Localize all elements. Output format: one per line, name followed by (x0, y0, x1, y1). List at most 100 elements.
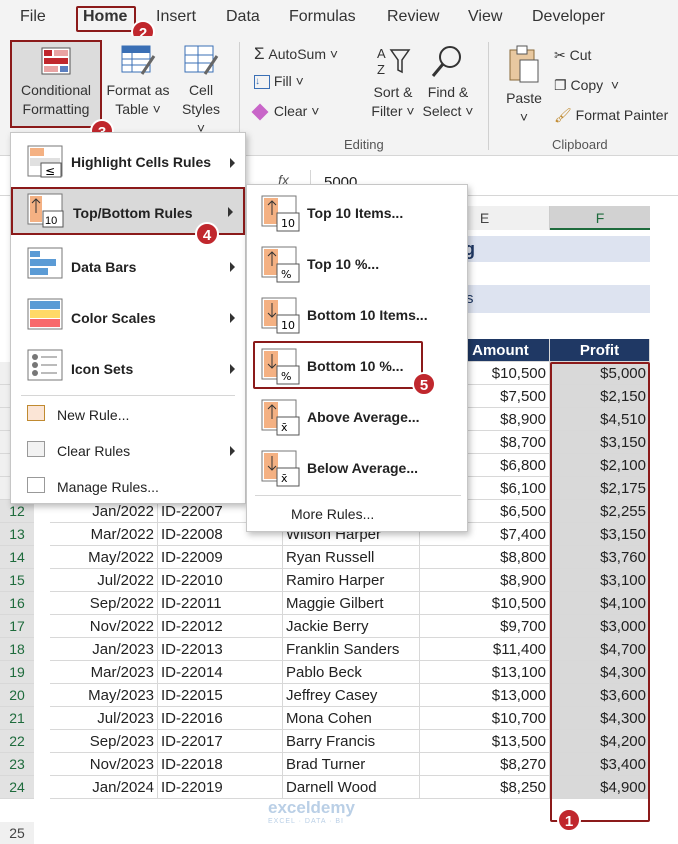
cell-name[interactable]: Brad Turner (283, 753, 420, 776)
paste-dropdown-icon[interactable]: ˅ (500, 108, 548, 127)
cell-date[interactable]: Sep/2023 (50, 730, 158, 753)
cell-amount[interactable]: $11,400 (420, 638, 550, 661)
menu-item-above-average[interactable]: x̄ Above Average... (247, 395, 467, 441)
menu-item-data-bars[interactable]: Data Bars (11, 245, 245, 287)
copy-icon: ❐ (554, 77, 567, 93)
menu-item-new-rule[interactable]: New Rule... (11, 401, 245, 429)
row-header[interactable]: 17 (0, 615, 34, 638)
cell-amount[interactable]: $8,900 (420, 569, 550, 592)
cell-amount[interactable]: $13,500 (420, 730, 550, 753)
copy-button[interactable]: ❐ Copy ˅ (554, 76, 619, 95)
cell-amount[interactable]: $8,250 (420, 776, 550, 799)
tab-file[interactable]: File (20, 8, 46, 26)
cell-id[interactable]: ID-22011 (158, 592, 283, 615)
format-painter-button[interactable]: 🖌 Format Painter (554, 106, 668, 125)
row-header[interactable]: 23 (0, 753, 34, 776)
row-header[interactable]: 16 (0, 592, 34, 615)
data-bars-icon (27, 247, 63, 279)
cell-date[interactable]: Jan/2024 (50, 776, 158, 799)
row-header[interactable]: 18 (0, 638, 34, 661)
format-as-table-button[interactable]: Format as Table ˅ (104, 44, 172, 119)
tab-insert[interactable]: Insert (156, 8, 196, 26)
paste-label: Paste (506, 90, 542, 106)
conditional-formatting-button[interactable]: Conditional Formatting (10, 40, 102, 128)
cell-id[interactable]: ID-22014 (158, 661, 283, 684)
tab-review[interactable]: Review (387, 8, 439, 26)
cell-name[interactable]: Jackie Berry (283, 615, 420, 638)
cell-styles-button[interactable]: Cell Styles ˅ (176, 44, 226, 138)
row-header[interactable]: 20 (0, 684, 34, 707)
cell-id[interactable]: ID-22019 (158, 776, 283, 799)
cell-id[interactable]: ID-22012 (158, 615, 283, 638)
cell-name[interactable]: Darnell Wood (283, 776, 420, 799)
menu-item-color-scales[interactable]: Color Scales (11, 296, 245, 338)
menu-item-below-average[interactable]: x̄ Below Average... (247, 446, 467, 492)
tab-developer[interactable]: Developer (532, 8, 605, 26)
cell-amount[interactable]: $13,000 (420, 684, 550, 707)
menu-item-manage-rules[interactable]: Manage Rules... (11, 473, 245, 501)
cell-name[interactable]: Ramiro Harper (283, 569, 420, 592)
cell-amount[interactable]: $9,700 (420, 615, 550, 638)
cell-date[interactable]: Mar/2022 (50, 523, 158, 546)
cell-amount[interactable]: $10,700 (420, 707, 550, 730)
cell-date[interactable]: Jan/2023 (50, 638, 158, 661)
cell-name[interactable]: Barry Francis (283, 730, 420, 753)
row-header[interactable]: 19 (0, 661, 34, 684)
clear-button[interactable]: Clear ˅ (251, 102, 319, 121)
cell-date[interactable]: Jul/2022 (50, 569, 158, 592)
cell-name[interactable]: Maggie Gilbert (283, 592, 420, 615)
menu-label: Top/Bottom Rules (73, 205, 193, 221)
cell-amount[interactable]: $8,270 (420, 753, 550, 776)
row-header[interactable]: 22 (0, 730, 34, 753)
sort-filter-button[interactable]: A Z Sort & Filter ˅ (368, 44, 418, 121)
column-header-f[interactable]: F (550, 206, 650, 230)
row-header[interactable]: 14 (0, 546, 34, 569)
cut-button[interactable]: ✂ Cut (554, 46, 591, 65)
paste-button[interactable]: Paste ˅ (500, 44, 548, 127)
menu-item-top-10-percent[interactable]: % Top 10 %... (247, 242, 467, 288)
menu-item-bottom-10-items[interactable]: 10 Bottom 10 Items... (247, 293, 467, 339)
autosum-button[interactable]: Σ AutoSum ˅ (254, 44, 338, 64)
cell-styles-icon (184, 45, 219, 75)
tab-formulas[interactable]: Formulas (289, 8, 356, 26)
row-header[interactable]: 15 (0, 569, 34, 592)
cell-id[interactable]: ID-22009 (158, 546, 283, 569)
cell-name[interactable]: Ryan Russell (283, 546, 420, 569)
row-header[interactable]: 13 (0, 523, 34, 546)
cell-date[interactable]: Mar/2023 (50, 661, 158, 684)
cell-id[interactable]: ID-22015 (158, 684, 283, 707)
cell-date[interactable]: Jul/2023 (50, 707, 158, 730)
menu-item-icon-sets[interactable]: Icon Sets (11, 347, 245, 389)
cell-id[interactable]: ID-22017 (158, 730, 283, 753)
cell-date[interactable]: Nov/2023 (50, 753, 158, 776)
menu-item-clear-rules[interactable]: Clear Rules (11, 437, 245, 465)
cell-date[interactable]: May/2023 (50, 684, 158, 707)
menu-item-highlight-cells-rules[interactable]: ≤ Highlight Cells Rules (11, 143, 245, 183)
sort-filter-label-1: Sort & (373, 84, 413, 100)
cell-id[interactable]: ID-22016 (158, 707, 283, 730)
menu-item-top-10-items[interactable]: 10 Top 10 Items... (247, 191, 467, 237)
cell-date[interactable]: Sep/2022 (50, 592, 158, 615)
cell-name[interactable]: Franklin Sanders (283, 638, 420, 661)
row-header[interactable]: 21 (0, 707, 34, 730)
row-header[interactable]: 24 (0, 776, 34, 799)
cell-name[interactable]: Pablo Beck (283, 661, 420, 684)
cell-amount[interactable]: $10,500 (420, 592, 550, 615)
cell-name[interactable]: Mona Cohen (283, 707, 420, 730)
find-select-button[interactable]: Find & Select ˅ (420, 44, 476, 121)
fill-button[interactable]: ↓ Fill ˅ (254, 72, 304, 91)
cell-date[interactable]: Nov/2022 (50, 615, 158, 638)
header-profit[interactable]: Profit (550, 339, 650, 362)
cell-id[interactable]: ID-22018 (158, 753, 283, 776)
row-header[interactable]: 25 (0, 822, 34, 844)
tab-view[interactable]: View (468, 8, 502, 26)
cell-amount[interactable]: $8,800 (420, 546, 550, 569)
menu-item-more-rules[interactable]: More Rules... (247, 501, 467, 529)
cell-id[interactable]: ID-22013 (158, 638, 283, 661)
cell-date[interactable]: May/2022 (50, 546, 158, 569)
cell-amount[interactable]: $13,100 (420, 661, 550, 684)
cell-id[interactable]: ID-22010 (158, 569, 283, 592)
tab-data[interactable]: Data (226, 8, 260, 26)
highlight-box-home (76, 6, 136, 32)
cell-name[interactable]: Jeffrey Casey (283, 684, 420, 707)
